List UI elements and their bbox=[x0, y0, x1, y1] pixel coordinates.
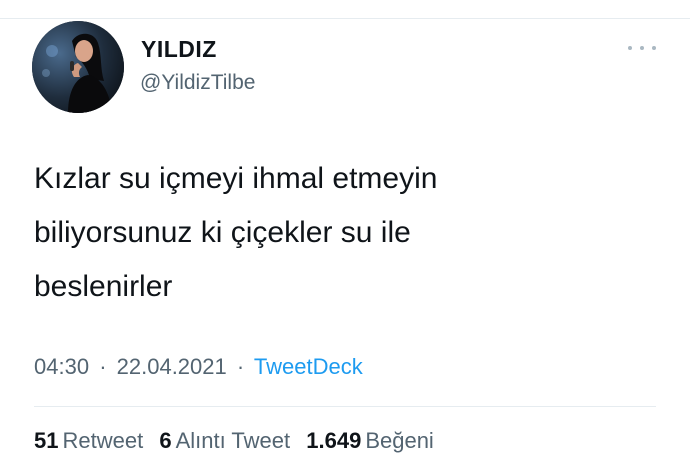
retweets-stat[interactable]: 51 Retweet bbox=[34, 428, 143, 453]
author-handle[interactable]: @YildizTilbe bbox=[140, 71, 255, 95]
more-options-button[interactable] bbox=[628, 42, 656, 54]
more-horizontal-icon-dot bbox=[640, 46, 644, 50]
likes-stat[interactable]: 1.649 Beğeni bbox=[306, 428, 434, 453]
tweet-source-link[interactable]: TweetDeck bbox=[254, 354, 363, 379]
more-horizontal-icon-dot bbox=[652, 46, 656, 50]
retweets-count: 51 bbox=[34, 428, 59, 453]
meta-separator: · bbox=[236, 354, 245, 379]
avatar-photo bbox=[32, 21, 124, 113]
tweet-metadata: 04:30 · 22.04.2021 · TweetDeck bbox=[34, 354, 363, 380]
meta-separator: · bbox=[99, 354, 107, 379]
quote-tweets-stat[interactable]: 6 Alıntı Tweet bbox=[159, 428, 290, 453]
author-display-name[interactable]: YILDIZ bbox=[141, 36, 217, 63]
top-divider bbox=[0, 18, 690, 19]
more-horizontal-icon bbox=[628, 46, 632, 50]
quotes-count: 6 bbox=[159, 428, 172, 453]
tweet-text: Kızlar su içmeyi ihmal etmeyin biliyorsu… bbox=[34, 162, 438, 303]
likes-count: 1.649 bbox=[306, 428, 362, 453]
tweet-stats: 51 Retweet 6 Alıntı Tweet 1.649 Beğeni bbox=[34, 428, 444, 454]
retweets-label: Retweet bbox=[62, 428, 144, 453]
stats-divider bbox=[34, 406, 656, 407]
avatar[interactable] bbox=[32, 21, 124, 113]
likes-label: Beğeni bbox=[365, 428, 434, 453]
quotes-label: Alıntı Tweet bbox=[175, 428, 291, 453]
tweet-date[interactable]: 22.04.2021 bbox=[117, 354, 227, 379]
tweet-time[interactable]: 04:30 bbox=[34, 354, 89, 379]
